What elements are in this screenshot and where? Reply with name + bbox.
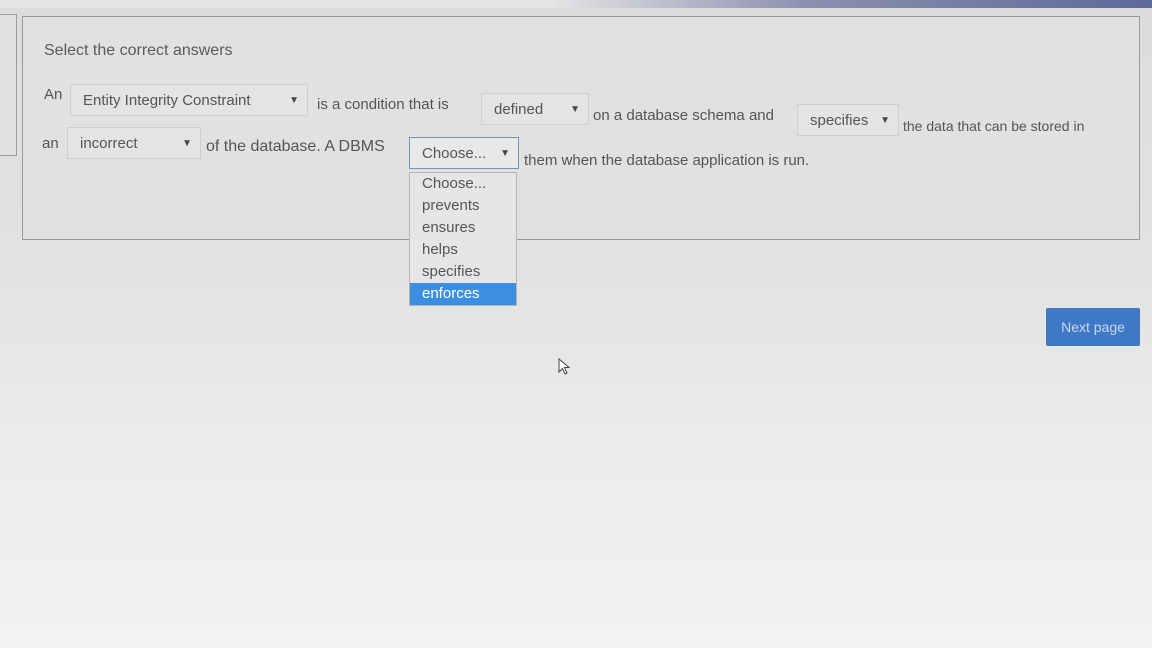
- sentence-text-3: on a database schema and: [593, 107, 774, 124]
- mouse-pointer-icon: [558, 358, 571, 375]
- caret-down-icon: ▼: [500, 147, 510, 159]
- select-condition[interactable]: defined ▼: [481, 93, 589, 125]
- sentence-text-5: an: [42, 135, 59, 152]
- select-dbms-action[interactable]: Choose... ▼: [409, 137, 519, 169]
- dropdown-option[interactable]: prevents: [410, 195, 516, 217]
- dropdown-option[interactable]: specifies: [410, 261, 516, 283]
- next-page-button[interactable]: Next page: [1046, 308, 1140, 346]
- question-label: Select the correct answers: [44, 42, 233, 59]
- caret-down-icon: ▼: [182, 137, 192, 149]
- caret-down-icon: ▼: [570, 103, 580, 115]
- previous-panel-edge: [0, 14, 17, 156]
- window-top-bar: [0, 0, 1152, 8]
- dropdown-option[interactable]: ensures: [410, 217, 516, 239]
- dropdown-option[interactable]: Choose...: [410, 173, 516, 195]
- sentence-text-4: the data that can be stored in: [903, 118, 1085, 134]
- sentence-text-7: them when the database application is ru…: [524, 152, 810, 169]
- sentence-text-6: of the database. A DBMS: [206, 138, 385, 155]
- select-dbms-action-value: Choose...: [422, 144, 487, 162]
- dropdown-list: Choose... prevents ensures helps specifi…: [409, 172, 517, 306]
- select-schema-action-value: specifies: [810, 111, 869, 129]
- dropdown-option-highlighted[interactable]: enforces: [410, 283, 516, 305]
- select-constraint-type[interactable]: Entity Integrity Constraint ▼: [70, 84, 308, 116]
- dropdown-option[interactable]: helps: [410, 239, 516, 261]
- select-schema-action[interactable]: specifies ▼: [797, 104, 899, 136]
- select-condition-value: defined: [494, 100, 544, 118]
- select-state-value: incorrect: [80, 134, 138, 152]
- caret-down-icon: ▼: [289, 94, 299, 106]
- sentence-text-2: is a condition that is: [317, 96, 449, 113]
- caret-down-icon: ▼: [880, 114, 890, 126]
- sentence-text-1: An: [44, 86, 63, 103]
- select-state[interactable]: incorrect ▼: [67, 127, 201, 159]
- select-constraint-type-value: Entity Integrity Constraint: [83, 91, 251, 109]
